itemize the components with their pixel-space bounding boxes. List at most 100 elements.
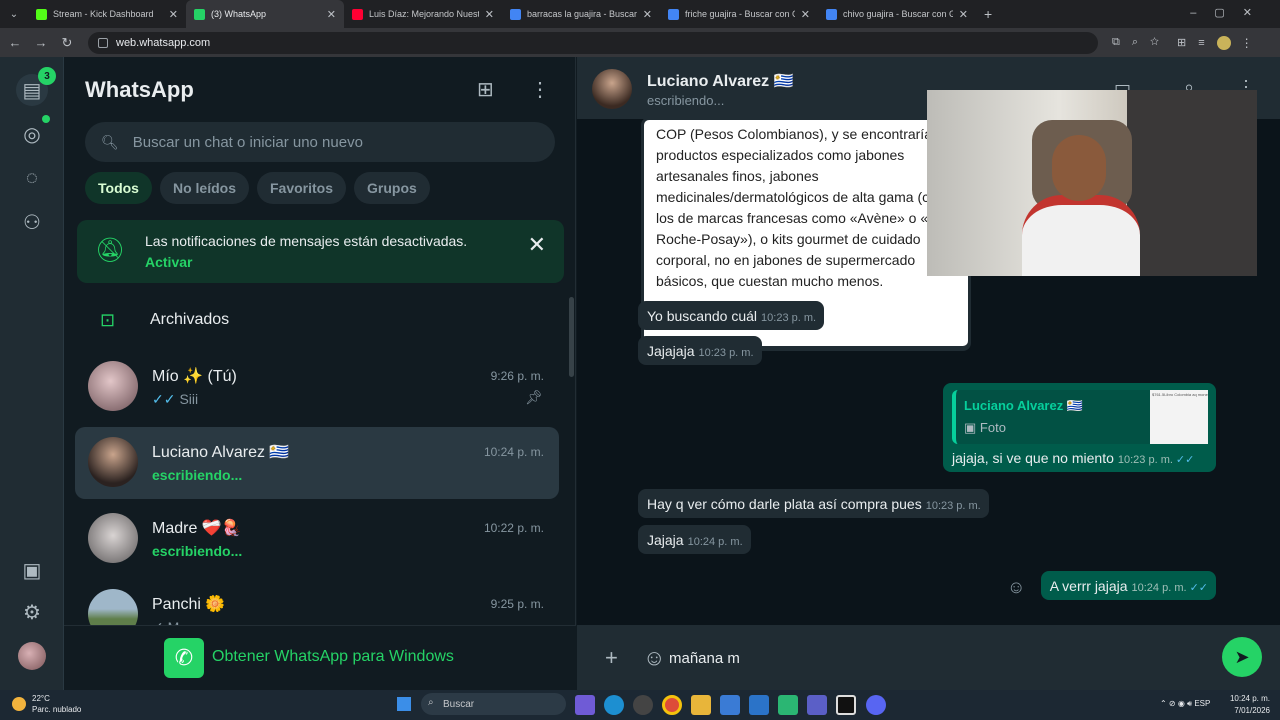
tab-search-icon[interactable]: ⌄ <box>0 9 28 20</box>
pin-icon: 📌︎ <box>525 389 543 405</box>
status-dot <box>42 115 50 123</box>
language: ESP <box>1194 699 1211 708</box>
tab-favicon-icon <box>668 8 679 20</box>
chat-preview: Siii <box>179 391 199 407</box>
chat-subtitle: escribiendo... <box>152 543 242 559</box>
chat-avatar <box>88 437 138 487</box>
chat-list-scrollbar[interactable] <box>569 297 574 377</box>
react-emoji-icon[interactable]: ☺ <box>1007 577 1025 598</box>
emoji-icon[interactable]: ☺ <box>643 645 665 671</box>
settings-icon[interactable]: ⚙ <box>16 596 48 628</box>
media-icon[interactable]: ▣ <box>16 554 48 586</box>
back-icon[interactable]: ← <box>4 35 26 50</box>
windows-start-icon[interactable] <box>397 697 411 711</box>
archive-icon: ⊡ <box>100 309 116 330</box>
filter-chip[interactable]: No leídos <box>159 172 249 204</box>
url-text: web.whatsapp.com <box>116 36 211 49</box>
composer: + ☺ mañana m ➤ <box>577 625 1280 690</box>
activate-link[interactable]: Activar <box>145 254 192 270</box>
reload-icon[interactable]: ↻ <box>56 35 78 51</box>
incoming-message[interactable]: Yo buscando cuál 10:23 p. m. <box>638 301 825 330</box>
url-field[interactable]: web.whatsapp.com <box>88 31 1098 54</box>
outgoing-message[interactable]: Luciano Alvarez 🇺🇾 ▣ Foto $761.5Libro Co… <box>943 383 1216 472</box>
menu-icon[interactable]: ⋮ <box>530 77 550 102</box>
chat-list-panel: WhatsApp ⊞ ⋮ 🔍︎ Buscar un chat o iniciar… <box>64 57 576 690</box>
mail-icon[interactable] <box>749 695 769 715</box>
edge-icon[interactable] <box>604 695 624 715</box>
quote-thumbnail: $761.5Libro Colombia aq moneda local, $8… <box>1150 390 1208 444</box>
chrome-icon[interactable] <box>662 695 682 715</box>
weather-widget[interactable]: 22°C Parc. nublado <box>12 693 81 715</box>
profile-avatar[interactable] <box>1216 35 1231 50</box>
search-input[interactable]: 🔍︎ Buscar un chat o iniciar uno nuevo <box>85 122 555 162</box>
close-tab-icon[interactable]: ✕ <box>169 8 178 21</box>
close-tab-icon[interactable]: ✕ <box>959 8 968 21</box>
windows-taskbar: 22°C Parc. nublado ⌕ Buscar ⌃ ⊘ ◉ 🔊︎ ESP… <box>0 690 1280 720</box>
status-icon[interactable]: ◎ <box>16 118 48 150</box>
chat-list-item[interactable]: Luciano Alvarez 🇺🇾 10:24 p. m. escribien… <box>75 427 559 499</box>
filter-chip[interactable]: Favoritos <box>256 172 346 204</box>
webcam-overlay-front <box>927 90 1257 276</box>
chat-subtitle: escribiendo... <box>152 467 242 483</box>
read-ticks-icon: ✓✓ <box>1189 582 1208 594</box>
app-icon[interactable] <box>778 695 798 715</box>
quoted-message[interactable]: Luciano Alvarez 🇺🇾 ▣ Foto $761.5Libro Co… <box>952 390 1208 444</box>
close-icon[interactable]: ✕ <box>528 232 546 258</box>
filter-chips: Todos No leídos Favoritos Grupos <box>85 172 430 204</box>
close-tab-icon[interactable]: ✕ <box>643 8 652 21</box>
browser-tab[interactable]: Luis Díaz: Mejorando Nuestro I ✕ <box>344 0 502 28</box>
browser-tab[interactable]: barracas la guajira - Buscar con ✕ <box>502 0 660 28</box>
message-text: jajaja, si ve que no miento <box>952 450 1114 466</box>
chat-list-item[interactable]: Mío ✨ (Tú) 9:26 p. m. ✓✓ Siii 📌︎ <box>75 351 559 423</box>
store-icon[interactable] <box>720 695 740 715</box>
extensions-icons[interactable]: ⊞≡ <box>1177 36 1217 49</box>
capcut-icon[interactable] <box>836 695 856 715</box>
message-time: 10:23 p. m. <box>698 347 754 359</box>
clock[interactable]: 10:24 p. m. 7/01/2026 <box>1230 693 1270 717</box>
weather-icon <box>12 697 26 711</box>
close-tab-icon[interactable]: ✕ <box>485 8 494 21</box>
browser-tab[interactable]: Stream - Kick Dashboard ✕ <box>28 0 186 28</box>
communities-icon[interactable]: ⚇ <box>16 206 48 238</box>
forward-icon[interactable]: → <box>30 35 52 50</box>
close-tab-icon[interactable]: ✕ <box>327 8 336 21</box>
discord-icon[interactable] <box>866 695 886 715</box>
message-input[interactable]: mañana m <box>669 638 1204 678</box>
filter-chip[interactable]: Todos <box>85 172 152 204</box>
browser-menu-icon[interactable]: ⋮ <box>1241 36 1253 50</box>
copilot-icon[interactable] <box>575 695 595 715</box>
chat-list-item[interactable]: Madre ❤️‍🩹🪼 10:22 p. m. escribiendo... <box>75 503 559 575</box>
taskbar-search[interactable]: ⌕ Buscar <box>421 693 566 715</box>
app-title: WhatsApp <box>85 77 194 102</box>
archived-row[interactable]: ⊡ Archivados <box>64 297 576 343</box>
contact-avatar[interactable] <box>592 69 632 109</box>
browser-tab[interactable]: chivo guajira - Buscar con Goo ✕ <box>818 0 976 28</box>
new-chat-icon[interactable]: ⊞ <box>477 77 494 102</box>
browser-tab[interactable]: friche guajira - Buscar con Goo ✕ <box>660 0 818 28</box>
channels-icon[interactable]: ◌ <box>16 162 48 194</box>
teams-icon[interactable] <box>807 695 827 715</box>
filter-chip[interactable]: Grupos <box>354 172 430 204</box>
message-time: 10:24 p. m. <box>687 536 743 548</box>
attach-icon[interactable]: + <box>605 645 618 671</box>
browser-tab[interactable]: (3) WhatsApp ✕ <box>186 0 344 28</box>
incoming-message[interactable]: Jajaja 10:24 p. m. <box>638 525 751 554</box>
browser-action-icons[interactable]: ⧉⌕☆ <box>1112 36 1171 49</box>
explorer-icon[interactable] <box>691 695 711 715</box>
unread-badge: 3 <box>38 67 56 85</box>
site-info-icon[interactable] <box>98 37 108 48</box>
system-tray[interactable]: ⌃ ⊘ ◉ 🔊︎ ESP <box>1160 699 1210 709</box>
outgoing-message[interactable]: A verrr jajaja 10:24 p. m. ✓✓ <box>1040 571 1216 600</box>
window-controls[interactable]: –▢✕ <box>1190 6 1270 19</box>
chat-time: 9:25 p. m. <box>490 597 544 611</box>
send-button[interactable]: ➤ <box>1222 637 1262 677</box>
message-text: Hay q ver cómo darle plata así compra pu… <box>647 496 922 512</box>
profile-avatar[interactable] <box>18 642 46 670</box>
tab-title: chivo guajira - Buscar con Goo <box>843 9 953 19</box>
close-tab-icon[interactable]: ✕ <box>801 8 810 21</box>
incoming-message[interactable]: Jajajaja 10:23 p. m. <box>638 336 762 365</box>
incoming-message[interactable]: Hay q ver cómo darle plata así compra pu… <box>638 489 989 518</box>
get-app-banner[interactable]: ✆ Obtener WhatsApp para Windows <box>64 625 576 690</box>
obs-icon[interactable] <box>633 695 653 715</box>
new-tab-button[interactable]: + <box>984 6 992 22</box>
